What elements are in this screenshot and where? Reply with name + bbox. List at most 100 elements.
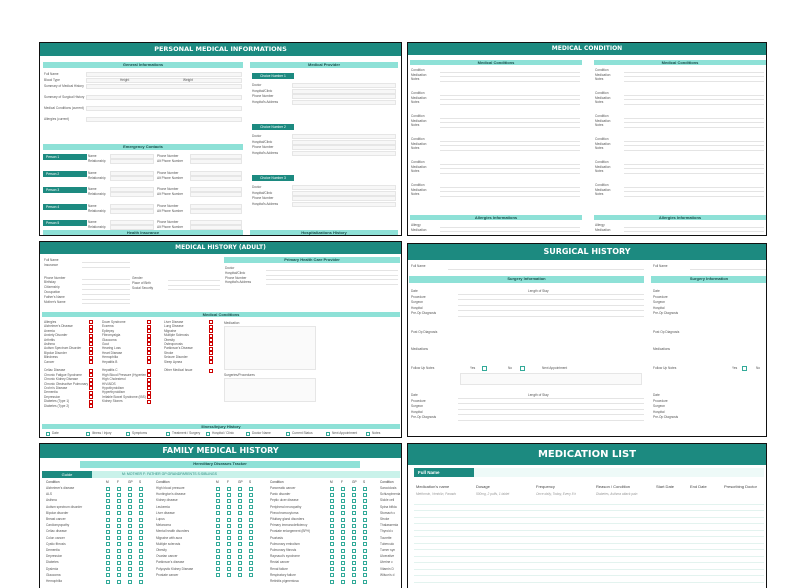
condition-checkbox[interactable] [89, 346, 93, 351]
family-checkbox[interactable] [227, 492, 231, 497]
family-checkbox[interactable] [249, 511, 253, 516]
family-checkbox[interactable] [330, 573, 334, 578]
family-checkbox[interactable] [249, 523, 253, 528]
illness-checkbox[interactable] [86, 432, 90, 436]
family-checkbox[interactable] [249, 567, 253, 572]
family-checkbox[interactable] [139, 486, 143, 491]
adult-field-line[interactable] [82, 300, 130, 305]
family-checkbox[interactable] [106, 542, 110, 547]
provider-field-input[interactable] [292, 196, 396, 201]
family-checkbox[interactable] [341, 529, 345, 534]
full-name-line[interactable] [448, 264, 644, 270]
family-checkbox[interactable] [216, 492, 220, 497]
family-checkbox[interactable] [117, 542, 121, 547]
family-checkbox[interactable] [249, 498, 253, 503]
family-checkbox[interactable] [227, 567, 231, 572]
family-checkbox[interactable] [216, 505, 220, 510]
family-checkbox[interactable] [363, 573, 367, 578]
provider-field-line[interactable] [266, 280, 398, 286]
family-checkbox[interactable] [352, 517, 356, 522]
family-checkbox[interactable] [330, 505, 334, 510]
family-checkbox[interactable] [238, 529, 242, 534]
condition-checkbox[interactable] [89, 337, 93, 342]
condition-checkbox[interactable] [89, 377, 93, 382]
family-checkbox[interactable] [139, 529, 143, 534]
family-checkbox[interactable] [238, 573, 242, 578]
family-checkbox[interactable] [117, 579, 121, 584]
family-checkbox[interactable] [128, 554, 132, 559]
family-checkbox[interactable] [128, 505, 132, 510]
family-checkbox[interactable] [216, 548, 220, 553]
family-checkbox[interactable] [106, 505, 110, 510]
family-checkbox[interactable] [139, 554, 143, 559]
family-checkbox[interactable] [249, 517, 253, 522]
family-checkbox[interactable] [117, 517, 121, 522]
condition-checkbox[interactable] [147, 395, 151, 400]
family-checkbox[interactable] [363, 498, 367, 503]
family-checkbox[interactable] [249, 536, 253, 541]
illness-checkbox[interactable] [246, 432, 250, 436]
condition-checkbox[interactable] [147, 377, 151, 382]
condition-checkbox[interactable] [89, 390, 93, 395]
family-checkbox[interactable] [139, 536, 143, 541]
person-field-input[interactable] [110, 159, 154, 164]
family-checkbox[interactable] [341, 505, 345, 510]
family-checkbox[interactable] [128, 517, 132, 522]
general-field-input[interactable] [86, 117, 242, 122]
family-checkbox[interactable] [227, 511, 231, 516]
condition-checkbox[interactable] [147, 355, 151, 360]
family-checkbox[interactable] [249, 529, 253, 534]
family-checkbox[interactable] [341, 511, 345, 516]
provider-field-input[interactable] [292, 83, 396, 88]
family-checkbox[interactable] [363, 523, 367, 528]
condition-checkbox[interactable] [147, 359, 151, 364]
family-checkbox[interactable] [139, 498, 143, 503]
family-checkbox[interactable] [227, 548, 231, 553]
family-checkbox[interactable] [352, 579, 356, 584]
family-checkbox[interactable] [227, 542, 231, 547]
family-checkbox[interactable] [330, 492, 334, 497]
illness-checkbox[interactable] [326, 432, 330, 436]
family-checkbox[interactable] [341, 492, 345, 497]
provider-field-input[interactable] [292, 99, 396, 105]
condition-checkbox[interactable] [147, 337, 151, 342]
condition-checkbox[interactable] [89, 395, 93, 400]
family-checkbox[interactable] [117, 548, 121, 553]
family-checkbox[interactable] [139, 523, 143, 528]
family-checkbox[interactable] [216, 486, 220, 491]
family-checkbox[interactable] [139, 548, 143, 553]
family-checkbox[interactable] [128, 567, 132, 572]
family-checkbox[interactable] [139, 517, 143, 522]
family-checkbox[interactable] [238, 542, 242, 547]
condition-checkbox[interactable] [209, 320, 213, 325]
family-checkbox[interactable] [341, 517, 345, 522]
family-checkbox[interactable] [341, 554, 345, 559]
person-field-input[interactable] [110, 175, 154, 181]
family-checkbox[interactable] [106, 511, 110, 516]
provider-field-input[interactable] [292, 150, 396, 156]
provider-field-input[interactable] [292, 145, 396, 150]
general-field-input[interactable] [86, 72, 242, 77]
family-checkbox[interactable] [106, 523, 110, 528]
family-checkbox[interactable] [139, 511, 143, 516]
condition-checkbox[interactable] [147, 320, 151, 325]
family-checkbox[interactable] [106, 579, 110, 584]
person-field-input[interactable] [110, 192, 154, 197]
condition-checkbox[interactable] [147, 373, 151, 378]
family-checkbox[interactable] [330, 567, 334, 572]
condition-field-line[interactable] [440, 169, 580, 174]
condition-checkbox[interactable] [89, 381, 93, 386]
family-checkbox[interactable] [352, 505, 356, 510]
condition-checkbox[interactable] [209, 346, 213, 351]
family-checkbox[interactable] [227, 505, 231, 510]
family-checkbox[interactable] [227, 560, 231, 565]
allergy-field-line[interactable] [440, 228, 580, 232]
condition-checkbox[interactable] [147, 368, 151, 373]
family-checkbox[interactable] [106, 529, 110, 534]
condition-field-line[interactable] [440, 123, 580, 128]
condition-checkbox[interactable] [89, 386, 93, 391]
family-checkbox[interactable] [128, 560, 132, 565]
family-checkbox[interactable] [330, 579, 334, 584]
family-checkbox[interactable] [128, 548, 132, 553]
family-checkbox[interactable] [106, 554, 110, 559]
